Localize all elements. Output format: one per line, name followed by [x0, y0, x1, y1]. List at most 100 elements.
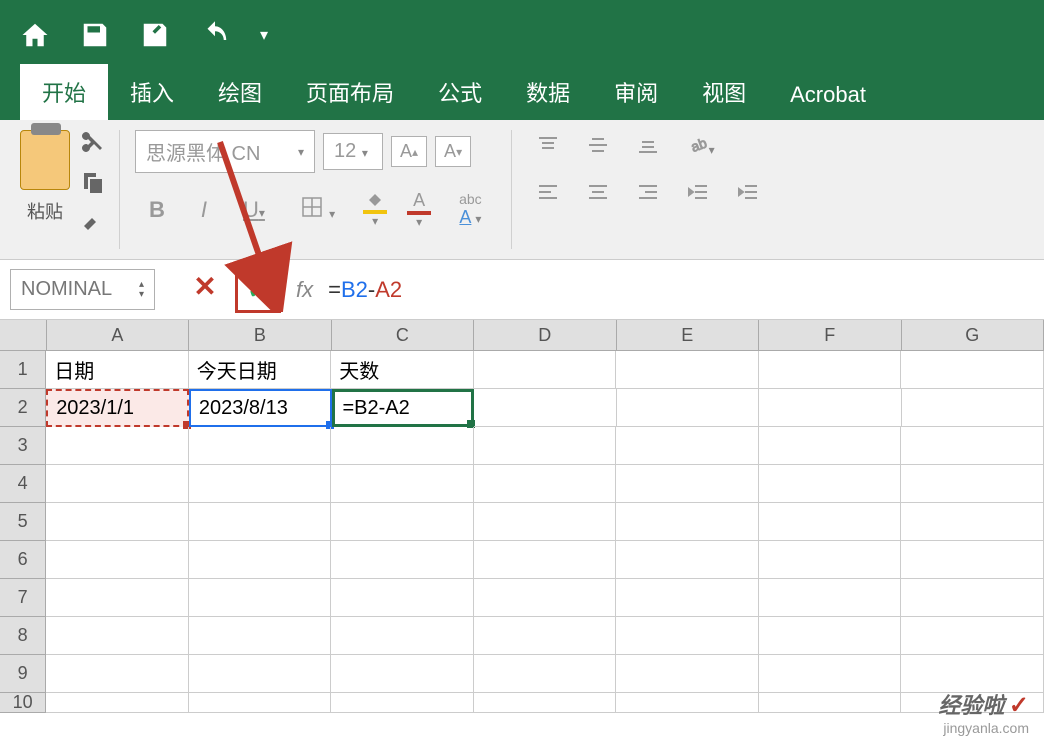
align-top-btn[interactable]	[527, 130, 569, 163]
tab-start[interactable]: 开始	[20, 64, 108, 120]
row-header-5[interactable]: 5	[0, 503, 46, 541]
cell-g2[interactable]	[902, 389, 1044, 427]
cell[interactable]	[189, 579, 332, 617]
col-header-f[interactable]: F	[759, 320, 901, 350]
increase-font-btn[interactable]: A▴	[391, 136, 427, 167]
col-header-b[interactable]: B	[189, 320, 331, 350]
cell[interactable]	[616, 579, 759, 617]
save-icon[interactable]	[80, 20, 110, 50]
tab-draw[interactable]: 绘图	[196, 64, 284, 120]
align-left-btn[interactable]	[527, 177, 569, 210]
cut-icon[interactable]	[80, 130, 104, 159]
row-header-8[interactable]: 8	[0, 617, 46, 655]
align-bottom-btn[interactable]	[627, 130, 669, 163]
home-icon[interactable]	[20, 20, 50, 50]
cell[interactable]	[46, 503, 189, 541]
row-header-6[interactable]: 6	[0, 541, 46, 579]
tab-view[interactable]: 视图	[680, 64, 768, 120]
cell[interactable]	[46, 465, 189, 503]
cell[interactable]	[331, 655, 474, 693]
align-middle-btn[interactable]	[577, 130, 619, 163]
cell[interactable]	[616, 465, 759, 503]
align-center-btn[interactable]	[577, 177, 619, 210]
cell[interactable]	[331, 579, 474, 617]
cell[interactable]	[616, 541, 759, 579]
cell[interactable]	[616, 655, 759, 693]
undo-icon[interactable]	[200, 20, 230, 50]
cell[interactable]	[474, 427, 617, 465]
cell-e1[interactable]	[616, 351, 759, 389]
font-size-select[interactable]: 12 ▾	[323, 133, 383, 170]
cell[interactable]	[616, 693, 759, 713]
cell[interactable]	[759, 541, 902, 579]
italic-btn[interactable]: I	[187, 191, 221, 229]
cell[interactable]	[759, 579, 902, 617]
cell[interactable]	[331, 693, 474, 713]
cell[interactable]	[474, 465, 617, 503]
cell[interactable]	[189, 541, 332, 579]
paste-icon[interactable]	[20, 130, 70, 190]
cell[interactable]	[189, 617, 332, 655]
name-box[interactable]: NOMINAL ▴▾	[10, 269, 155, 310]
cell-f1[interactable]	[759, 351, 902, 389]
cell[interactable]	[616, 503, 759, 541]
row-header-10[interactable]: 10	[0, 693, 46, 713]
cell[interactable]	[901, 503, 1044, 541]
cell[interactable]	[46, 693, 189, 713]
border-btn[interactable]: ▾	[287, 190, 349, 230]
cell[interactable]	[46, 617, 189, 655]
col-header-a[interactable]: A	[47, 320, 189, 350]
tab-insert[interactable]: 插入	[108, 64, 196, 120]
row-header-4[interactable]: 4	[0, 465, 46, 503]
cell[interactable]	[901, 541, 1044, 579]
cell-a1[interactable]: 日期	[46, 351, 189, 389]
align-right-btn[interactable]	[627, 177, 669, 210]
tab-data[interactable]: 数据	[504, 64, 592, 120]
row-header-7[interactable]: 7	[0, 579, 46, 617]
font-color-btn[interactable]: A ▾	[401, 188, 437, 231]
cell-d1[interactable]	[474, 351, 617, 389]
underline-btn[interactable]: U▾	[229, 191, 279, 229]
cell[interactable]	[189, 465, 332, 503]
cell[interactable]	[474, 541, 617, 579]
cell-f2[interactable]	[759, 389, 901, 427]
format-painter-icon[interactable]	[80, 212, 104, 241]
cell[interactable]	[759, 465, 902, 503]
row-header-3[interactable]: 3	[0, 427, 46, 465]
cell-b2[interactable]: 2023/8/13	[189, 389, 332, 427]
select-all-corner[interactable]	[0, 320, 47, 350]
orientation-btn[interactable]: ab▾	[677, 130, 725, 163]
cell-b1[interactable]: 今天日期	[189, 351, 332, 389]
cell[interactable]	[759, 427, 902, 465]
cell[interactable]	[331, 503, 474, 541]
cell[interactable]	[474, 579, 617, 617]
cell[interactable]	[901, 617, 1044, 655]
indent-increase-btn[interactable]	[727, 177, 769, 210]
cell[interactable]	[901, 427, 1044, 465]
cell[interactable]	[46, 655, 189, 693]
cell[interactable]	[189, 655, 332, 693]
cell[interactable]	[474, 693, 617, 713]
col-header-c[interactable]: C	[332, 320, 474, 350]
cell[interactable]	[331, 465, 474, 503]
col-header-d[interactable]: D	[474, 320, 616, 350]
cell[interactable]	[46, 579, 189, 617]
cell[interactable]	[759, 655, 902, 693]
name-box-arrows[interactable]: ▴▾	[139, 280, 144, 300]
cell[interactable]	[901, 465, 1044, 503]
cell[interactable]	[46, 427, 189, 465]
tab-acrobat[interactable]: Acrobat	[768, 70, 888, 120]
cell[interactable]	[331, 427, 474, 465]
cell[interactable]	[759, 693, 902, 713]
decrease-font-btn[interactable]: A▾	[435, 136, 471, 167]
cell[interactable]	[331, 617, 474, 655]
formula-input[interactable]: = B2 - A2	[328, 277, 402, 303]
tab-formula[interactable]: 公式	[416, 64, 504, 120]
cell-d2[interactable]	[474, 389, 616, 427]
font-name-select[interactable]: 思源黑体 CN ▾	[135, 130, 315, 173]
cell[interactable]	[189, 693, 332, 713]
cell[interactable]	[901, 579, 1044, 617]
cancel-formula-btn[interactable]: ✕	[185, 267, 225, 307]
col-header-e[interactable]: E	[617, 320, 759, 350]
fx-label[interactable]: fx	[296, 277, 313, 303]
